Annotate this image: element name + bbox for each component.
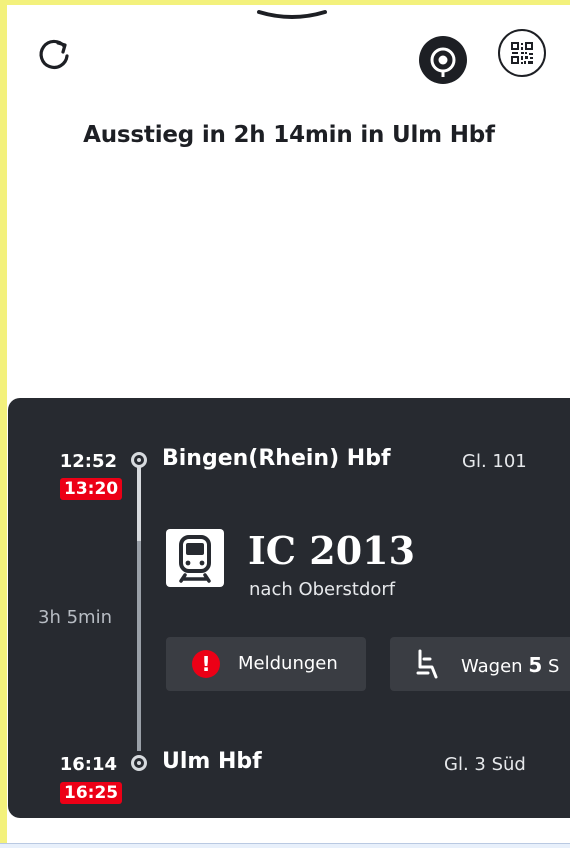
location-target-icon[interactable] — [419, 36, 467, 84]
messages-button[interactable]: ! Meldungen — [166, 637, 366, 691]
train-destination: nach Oberstdorf — [249, 579, 396, 600]
arrival-station: Ulm Hbf — [162, 749, 262, 774]
messages-label: Meldungen — [238, 653, 338, 674]
qr-code-icon[interactable] — [498, 29, 546, 77]
timeline-progress — [137, 457, 141, 541]
journey-card[interactable]: 12:52 13:20 Bingen(Rhein) Hbf Gl. 101 3h… — [8, 398, 570, 818]
wagon-word: Wagen — [461, 656, 523, 677]
departure-station: Bingen(Rhein) Hbf — [162, 446, 391, 471]
seat-icon — [414, 649, 442, 679]
frame-left — [0, 0, 7, 848]
bottom-sheet: Ausstieg in 2h 14min in Ulm Hbf 12:52 13… — [8, 6, 570, 843]
wagon-label: Wagen 5 S — [461, 653, 559, 677]
departure-planned-time: 12:52 — [59, 451, 117, 472]
train-name: IC 2013 — [248, 528, 416, 573]
frame-bottom — [0, 843, 570, 848]
departure-track: Gl. 101 — [462, 451, 527, 472]
frame-top — [0, 0, 570, 5]
arrival-stop-marker — [131, 755, 147, 771]
departure-actual-time-badge: 13:20 — [60, 478, 123, 500]
wagon-section: S — [547, 656, 560, 677]
wagon-button[interactable]: Wagen 5 S — [390, 637, 570, 691]
departure-stop-marker — [131, 452, 147, 468]
wagon-number: 5 — [528, 653, 543, 677]
page-title: Ausstieg in 2h 14min in Ulm Hbf — [83, 122, 495, 148]
train-icon — [166, 529, 224, 587]
travel-duration: 3h 5min — [38, 607, 112, 628]
arrival-track: Gl. 3 Süd — [444, 754, 526, 775]
arrival-planned-time: 16:14 — [59, 754, 117, 775]
refresh-icon[interactable] — [36, 34, 76, 74]
alert-icon: ! — [192, 650, 220, 678]
sheet-drag-handle[interactable] — [256, 9, 328, 21]
arrival-actual-time-badge: 16:25 — [60, 782, 123, 804]
